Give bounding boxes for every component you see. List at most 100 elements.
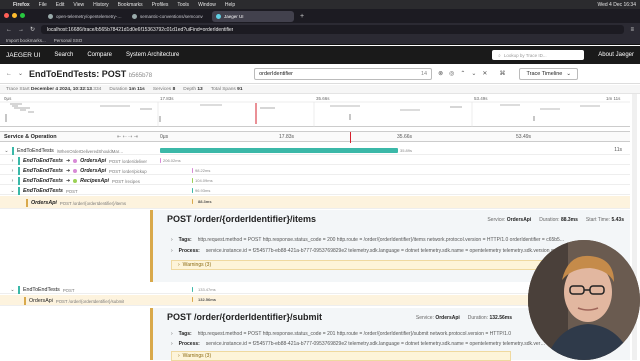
detail-service: OrdersApi [506, 217, 532, 223]
depth-value: 13 [197, 86, 203, 92]
span-bar[interactable] [192, 199, 193, 204]
chevron-right-icon[interactable]: › [10, 178, 15, 184]
next-result-icon[interactable]: ⌄ [471, 70, 476, 77]
span-duration: 96.93ms [195, 188, 211, 193]
focus-icon[interactable]: ◎ [449, 70, 454, 77]
chevron-down-icon[interactable]: ⌄ [10, 287, 15, 293]
process-row[interactable]: › Process: service.instance.id = f254577b-… [171, 341, 546, 347]
close-window-icon[interactable] [4, 13, 9, 18]
span-duration: 132.56ms [198, 297, 217, 302]
arrow-right-icon: ➜ [65, 168, 71, 174]
collapse-icon[interactable]: ⌄ [18, 70, 23, 77]
span-operation: POST /order/{orderIdentifier}/submit [55, 298, 125, 304]
browser-tab[interactable]: open-telemetry/opentelemetry-dotnet [44, 11, 126, 22]
bookmark-import[interactable]: Import bookmarks... [6, 38, 46, 43]
menu-view[interactable]: View [73, 2, 84, 8]
start-ms: .334 [91, 86, 102, 92]
chevron-right-icon[interactable]: › [10, 158, 15, 164]
webcam-overlay [528, 240, 640, 360]
nav-search[interactable]: Search [54, 52, 73, 58]
tab-label: Jaeger UI [224, 13, 244, 19]
bookmarks-bar: Import bookmarks... Personal SSO [0, 36, 640, 45]
jaeger-brand[interactable]: JAEGER UI [6, 52, 40, 59]
view-mode-select[interactable]: Trace Timeline ⌄ [519, 67, 578, 80]
spans-value: 91 [237, 86, 243, 92]
service-dot-icon [73, 169, 78, 173]
url-bar[interactable]: localhost:16686/trace/b565b78421d1d0e6f1… [41, 25, 625, 34]
menu-icon[interactable]: ≡ [630, 27, 634, 33]
trace-id-lookup-input[interactable]: ⌕ Lookup by Trace ID... [492, 50, 585, 60]
chevron-right-icon[interactable]: › [10, 168, 15, 174]
span-service: EndToEndTests [23, 188, 63, 194]
menu-file[interactable]: File [39, 2, 47, 8]
service-color-bar [18, 177, 20, 185]
close-find-icon[interactable]: ✕ [482, 70, 487, 77]
span-row[interactable]: ⌄ EndToEndTests POST 96.93ms [0, 186, 630, 195]
browser-tab[interactable]: semantic-conventions/semconv [128, 11, 210, 22]
span-bar[interactable] [192, 168, 193, 173]
url-text: localhost:16686/trace/b565b78421d1d0e6f1… [47, 26, 234, 33]
span-operation: POST /order/pickup [109, 168, 147, 174]
forward-icon[interactable]: → [18, 27, 24, 33]
span-row[interactable]: › EndToEndTests ➜ RecipesApi POST /recip… [0, 176, 630, 185]
span-row[interactable]: › EndToEndTests ➜ OrdersApi POST /order/… [0, 156, 630, 165]
span-row-selected[interactable]: OrdersApi POST /order/{orderIdentifier}/… [0, 196, 630, 209]
find-count: 14 [420, 70, 428, 77]
browser-tab-active[interactable]: Jaeger UI [212, 10, 294, 22]
trace-title[interactable]: EndToEndTests: POST b565b78 [29, 69, 152, 79]
back-arrow-icon[interactable]: ← [6, 71, 12, 77]
service-color-bar [26, 199, 28, 207]
span-bar[interactable] [192, 178, 193, 183]
process-row[interactable]: › Process: service.instance.id = f254577b-… [171, 248, 569, 254]
time-tick: 53.49s [516, 134, 532, 140]
chevron-down-icon[interactable]: ⌄ [4, 148, 9, 154]
menu-tools[interactable]: Tools [177, 2, 189, 8]
span-row[interactable]: › EndToEndTests ➜ OrdersApi POST /order/… [0, 166, 630, 175]
nav-compare[interactable]: Compare [87, 52, 112, 58]
span-operation: POST /order/{orderIdentifier}/items [59, 200, 126, 206]
new-tab-icon[interactable]: + [300, 13, 304, 20]
detail-duration: 88.3ms [560, 217, 578, 223]
prev-result-icon[interactable]: ⌃ [460, 70, 465, 77]
menu-edit[interactable]: Edit [56, 2, 65, 8]
back-icon[interactable]: ← [6, 27, 12, 33]
service-color-bar [24, 297, 26, 305]
menu-history[interactable]: History [93, 2, 109, 8]
span-bar[interactable] [160, 158, 161, 163]
shortcuts-icon[interactable]: ⌘ [499, 70, 505, 77]
span-bar[interactable] [192, 287, 193, 292]
github-icon [132, 13, 137, 19]
trace-find-input[interactable]: orderIdentifier 14 [254, 67, 433, 80]
span-bar[interactable] [160, 148, 398, 153]
tab-label: semantic-conventions/semconv [140, 13, 203, 19]
span-bar[interactable] [192, 188, 193, 193]
minimize-window-icon[interactable] [12, 13, 17, 18]
chevron-down-icon[interactable]: ⌄ [10, 188, 15, 194]
span-service: EndToEndTests [23, 158, 63, 164]
menu-profiles[interactable]: Profiles [152, 2, 169, 8]
nav-system-architecture[interactable]: System Architecture [126, 52, 179, 58]
trace-minimap[interactable]: 0μs 17.83s 35.66s 53.49s 1m 11s [0, 94, 630, 127]
detail-service: OrdersApi [435, 315, 460, 321]
about-jaeger-menu[interactable]: About Jaeger [598, 52, 634, 58]
tab-label: open-telemetry/opentelemetry-dotnet [56, 13, 122, 19]
span-duration: 206.02ms [163, 158, 181, 163]
menubar-clock[interactable]: Wed 4 Dec 16:34 [597, 2, 636, 8]
collapse-controls[interactable]: ⇤ ⇠ ⇢ ⇥ [117, 134, 138, 140]
reload-icon[interactable]: ↻ [30, 26, 35, 33]
tags-row[interactable]: › Tags: http.request.method = POST http.re… [171, 331, 511, 337]
tags-row[interactable]: › Tags: http.request.method = POST http.re… [171, 237, 564, 243]
chevron-right-icon: › [171, 248, 173, 254]
span-bar[interactable] [192, 297, 193, 302]
menu-window[interactable]: Window [198, 2, 216, 8]
span-detail-title: POST /order/{orderIdentifier}/submit [167, 312, 323, 322]
bookmark-sso[interactable]: Personal SSO [54, 38, 83, 43]
span-row[interactable]: ⌄ EndToEndTests /WhenOrderDeliveredShoul… [0, 146, 630, 155]
menu-help[interactable]: Help [225, 2, 235, 8]
menu-bookmarks[interactable]: Bookmarks [118, 2, 143, 8]
service-color-bar [12, 147, 14, 155]
span-duration: 35.89s [400, 148, 413, 153]
menu-firefox[interactable]: Firefox [13, 2, 30, 8]
clear-find-icon[interactable]: ⊗ [438, 70, 443, 77]
zoom-window-icon[interactable] [20, 13, 25, 18]
